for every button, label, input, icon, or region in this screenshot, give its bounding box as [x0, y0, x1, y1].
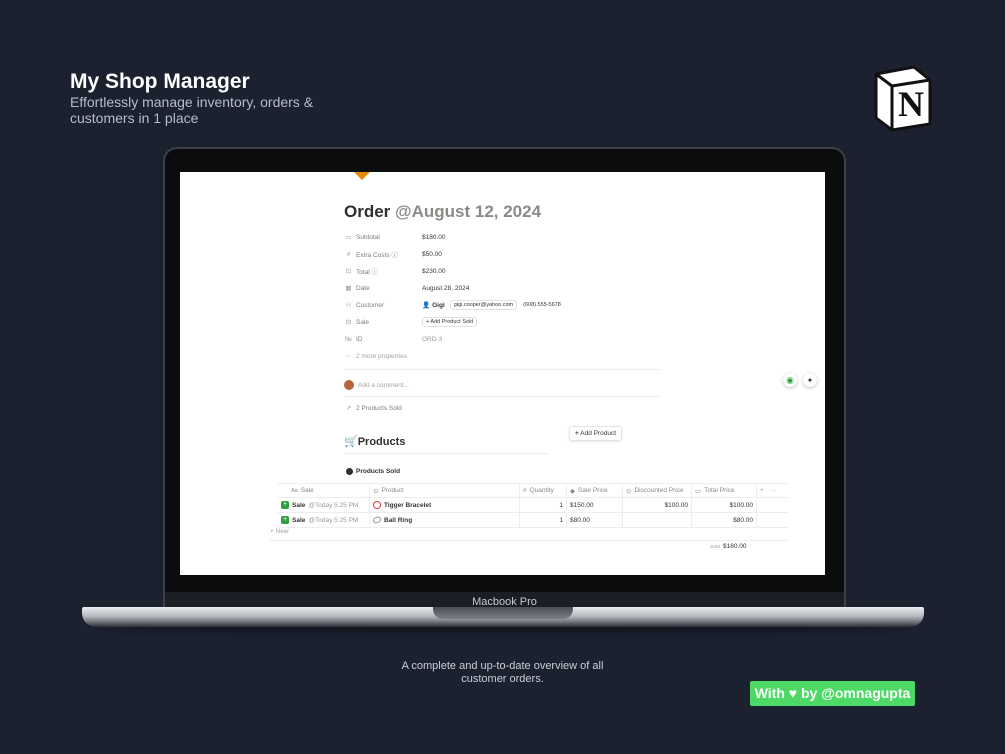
column-header-total-price[interactable]: ▭ Total Price	[692, 484, 757, 497]
column-header-quantity[interactable]: # Quantity	[520, 484, 567, 497]
formula-icon: ⊙	[626, 487, 632, 495]
divider	[344, 396, 660, 397]
products-sold-table: Aa Sale ⊙ Product # Quantity ◆ Sale Price ⊙ D…	[278, 483, 788, 528]
sale-icon: +	[281, 501, 289, 509]
total-value[interactable]: $230.00	[422, 266, 446, 276]
backlinks[interactable]: ↗ 2 Products Sold	[344, 403, 402, 413]
avatar	[344, 380, 354, 390]
customer-name[interactable]: Gigi	[432, 302, 445, 309]
notion-logo-letter: N	[898, 84, 924, 124]
page-subtitle: Effortlessly manage inventory, orders & …	[70, 94, 314, 126]
total-price-cell[interactable]: $100.00	[692, 498, 757, 512]
empty-cell	[757, 498, 787, 512]
product-cell[interactable]: Ball Ring	[370, 513, 520, 527]
hash-icon: #	[523, 487, 527, 494]
column-header-sale[interactable]: Aa Sale	[278, 484, 370, 497]
table-row[interactable]: + Sale @Today 5:25 PM Tigger Bracelet 1 $1…	[278, 498, 788, 513]
sale-value: + Add Product Sold	[422, 317, 483, 327]
order-title[interactable]: Order @August 12, 2024	[344, 202, 541, 222]
property-date: ▦ Date	[345, 284, 370, 293]
people-icon: ⚇	[345, 302, 352, 309]
id-value: ORD-3	[422, 335, 443, 343]
order-title-text: Order	[344, 202, 391, 221]
products-heading: 🛒Products	[344, 436, 406, 448]
arrow-up-right-icon: ↗	[345, 405, 352, 412]
customer-phone[interactable]: (608) 555-5678	[523, 302, 561, 308]
product-cell[interactable]: Tigger Bracelet	[370, 498, 520, 512]
discounted-price-cell[interactable]: $100.00	[623, 498, 692, 512]
property-id: № ID	[345, 335, 363, 343]
id-icon: №	[345, 335, 352, 343]
quantity-cell[interactable]: 1	[520, 498, 567, 512]
caption: A complete and up-to-date overview of al…	[401, 660, 604, 685]
user-icon: 👤	[422, 302, 431, 309]
property-sale: ⊟ Sale	[345, 318, 370, 327]
sale-cell[interactable]: + Sale @Today 5:25 PM	[278, 513, 370, 527]
comment-input[interactable]: Add a comment...	[358, 382, 409, 389]
divider	[344, 369, 660, 370]
empty-cell	[757, 513, 787, 527]
sale-icon: +	[281, 516, 289, 524]
property-total: ⊡ Total ⓘ	[345, 268, 379, 276]
notion-page: Order @August 12, 2024 ▭ Subtotal $180.00…	[180, 172, 825, 575]
column-header-product[interactable]: ⊙ Product	[370, 484, 520, 497]
column-header-sale-price[interactable]: ◆ Sale Price	[567, 484, 623, 497]
column-controls: + ···	[757, 484, 787, 497]
subtotal-value[interactable]: $180.00	[422, 232, 446, 242]
cart-icon: 🛒	[344, 436, 358, 448]
page-title: My Shop Manager	[70, 70, 250, 93]
view-tab-products-sold[interactable]: Products Sold	[346, 468, 400, 475]
customer-value[interactable]: 👤 Gigi gigi.cooper@yahoo.com (608) 555-5…	[422, 300, 561, 310]
laptop-notch	[433, 607, 573, 619]
credit-badge[interactable]: With ♥ by @omnagupta	[750, 681, 915, 706]
column-header-discounted-price[interactable]: ⊙ Discounted Price	[623, 484, 692, 497]
sale-price-cell[interactable]: $150.00	[567, 498, 623, 512]
view-icon	[346, 468, 353, 475]
discounted-price-cell[interactable]	[623, 513, 692, 527]
date-value[interactable]: August 28, 2024	[422, 283, 469, 293]
tag-icon: ◆	[570, 487, 575, 495]
comment-box[interactable]: Add a comment...	[344, 379, 409, 391]
sale-cell[interactable]: + Sale @Today 5:25 PM	[278, 498, 370, 512]
ring-icon	[372, 515, 382, 525]
add-product-button[interactable]: + Add Product	[569, 426, 623, 441]
property-extra-costs: # Extra Costs ⓘ	[344, 249, 398, 260]
money-icon: ⊡	[345, 268, 352, 275]
new-row-button[interactable]: + New	[270, 528, 289, 535]
ai-assistant-icon[interactable]: ◉	[783, 373, 797, 387]
quantity-cell[interactable]: 1	[520, 513, 567, 527]
money-icon: ▭	[695, 487, 702, 495]
sale-price-cell[interactable]: $80.00	[567, 513, 623, 527]
date-mention[interactable]: @August 12, 2024	[395, 202, 541, 221]
text-icon: Aa	[291, 487, 298, 494]
table-row[interactable]: + Sale @Today 5:25 PM Ball Ring 1 $80.00 $…	[278, 513, 788, 528]
property-customer: ⚇ Customer	[345, 301, 385, 310]
relation-icon: ⊟	[345, 319, 352, 326]
sum-calculation[interactable]: SUM $180.00	[710, 543, 747, 550]
plus-icon: +	[575, 430, 579, 437]
property-subtotal: ▭ Subtotal	[345, 233, 380, 242]
sparkle-icon[interactable]: ✦	[803, 373, 817, 387]
money-icon: ▭	[345, 234, 352, 241]
calendar-icon: ▦	[345, 285, 352, 292]
chevron-down-icon: ⌵	[346, 352, 351, 359]
bookmark-icon	[354, 172, 370, 180]
add-column-icon[interactable]: +	[760, 487, 764, 494]
total-price-cell[interactable]: $80.00	[692, 513, 757, 527]
notion-logo-icon: N	[874, 65, 932, 132]
divider	[270, 540, 788, 541]
add-product-sold-button[interactable]: + Add Product Sold	[422, 317, 478, 327]
more-properties-toggle[interactable]: ⌵ 2 more properties	[344, 351, 407, 361]
divider	[344, 453, 548, 454]
more-icon[interactable]: ···	[770, 487, 777, 494]
extra-costs-value[interactable]: $50.00	[422, 249, 442, 259]
customer-email[interactable]: gigi.cooper@yahoo.com	[449, 300, 518, 310]
table-header: Aa Sale ⊙ Product # Quantity ◆ Sale Price ⊙ D…	[278, 483, 788, 498]
relation-icon: ⊙	[373, 487, 379, 495]
hash-icon: #	[346, 250, 351, 258]
bracelet-icon	[373, 501, 381, 509]
